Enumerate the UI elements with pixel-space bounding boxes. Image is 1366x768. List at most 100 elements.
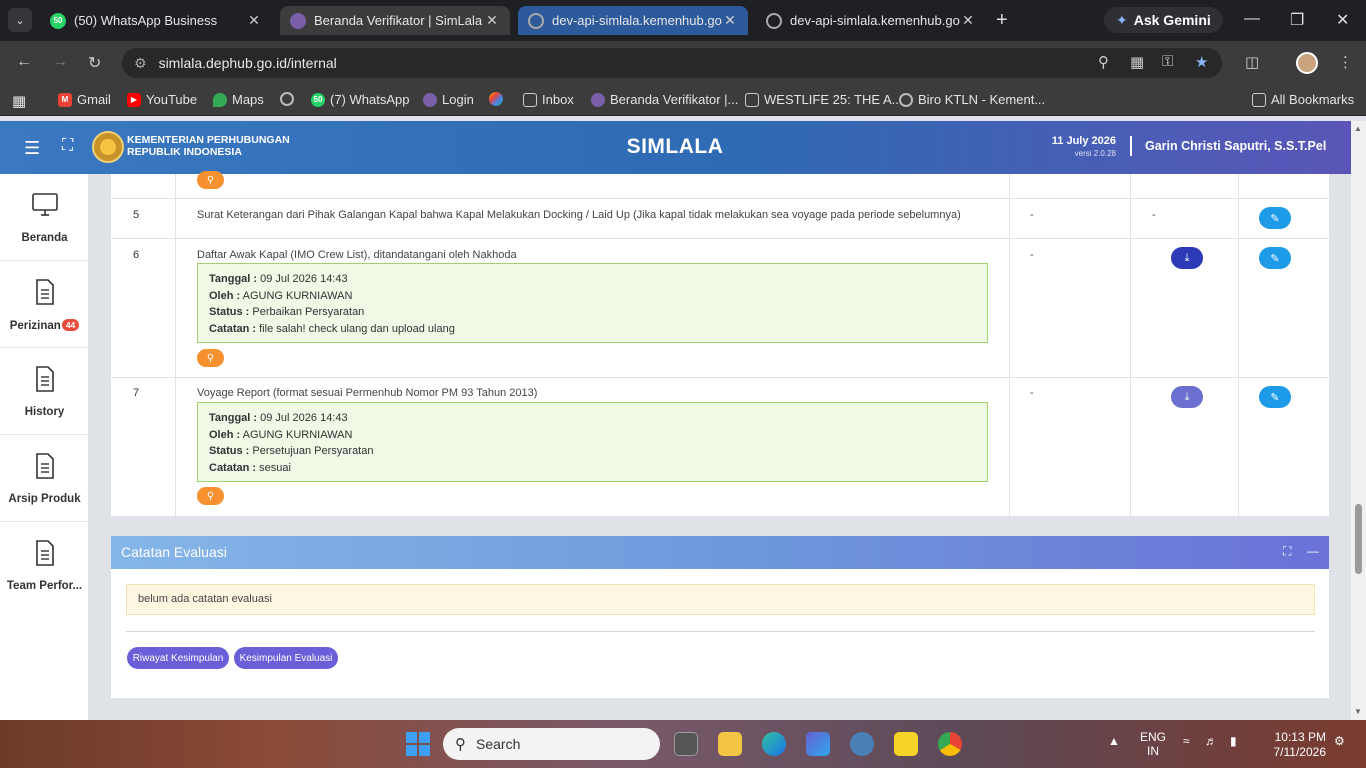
edit-button[interactable]: ✎	[1259, 247, 1291, 269]
view-detail-button[interactable]: ⚲	[197, 349, 224, 367]
bookmark-inbox[interactable]: Inbox	[523, 92, 574, 107]
tray-overflow-icon[interactable]: ▲	[1108, 734, 1120, 748]
page-scrollbar[interactable]: ▲ ▼	[1351, 121, 1366, 720]
bookmark-westlife[interactable]: WESTLIFE 25: THE A...	[745, 92, 902, 107]
note-value: Perbaikan Persyaratan	[252, 306, 365, 319]
camera-icon[interactable]	[850, 732, 874, 756]
page-icon	[745, 92, 759, 107]
edge-icon[interactable]	[762, 732, 786, 756]
bookmark-whatsapp[interactable]: 50 (7) WhatsApp	[311, 92, 409, 107]
tab-dev-api-1[interactable]: dev-api-simlala.kemenhub.go.id ✕	[518, 6, 748, 35]
window-close-icon[interactable]: ✕	[1336, 10, 1349, 30]
evaluation-card-header: Catatan Evaluasi ⛶ —	[111, 536, 1329, 569]
sidebar-item-perizinan[interactable]: Perizinan 44	[0, 261, 89, 348]
sidebar-item-label: Team Perfor...	[6, 580, 83, 592]
close-icon[interactable]: ✕	[484, 12, 500, 29]
sidebar-item-label: Beranda	[21, 232, 68, 244]
scroll-down-icon[interactable]: ▼	[1354, 707, 1362, 716]
bookmark-pinwheel[interactable]	[489, 92, 503, 106]
expand-icon[interactable]: ⛶	[1283, 544, 1291, 559]
forward-icon[interactable]: →	[52, 53, 68, 71]
bookmark-beranda[interactable]: Beranda Verifikator |...	[591, 92, 738, 107]
globe-icon	[766, 12, 782, 29]
bookmark-youtube[interactable]: ▶ YouTube	[127, 92, 197, 107]
bookmark-biro-ktln[interactable]: Biro KTLN - Kement...	[899, 92, 1045, 107]
bookmark-maps[interactable]: Maps	[213, 92, 264, 107]
volume-icon[interactable]: ♬	[1205, 734, 1217, 748]
collapse-icon[interactable]: —	[1307, 544, 1319, 558]
tab-title: dev-api-simlala.kemenhub.go.id	[790, 13, 960, 28]
bookmark-globe[interactable]	[280, 92, 294, 106]
sidebar-item-arsip-produk[interactable]: Arsip Produk	[0, 435, 89, 522]
bookmark-star-icon[interactable]: ★	[1195, 53, 1208, 71]
new-tab-icon[interactable]: +	[996, 10, 1008, 30]
install-app-icon[interactable]: ▦	[1130, 53, 1144, 71]
minimize-icon[interactable]: —	[1244, 10, 1260, 28]
app-title: SIMLALA	[626, 135, 724, 158]
riwayat-kesimpulan-button[interactable]: Riwayat Kesimpulan	[127, 647, 229, 669]
maximize-icon[interactable]: ❐	[1290, 10, 1304, 30]
verification-note: Tanggal : 09 Jul 2026 14:43 Oleh : AGUNG…	[197, 263, 988, 343]
apps-grid-icon[interactable]: ▦	[12, 92, 26, 110]
kesimpulan-evaluasi-button[interactable]: Kesimpulan Evaluasi	[234, 647, 338, 669]
scrollbar-thumb[interactable]	[1355, 504, 1362, 574]
site-settings-icon[interactable]: ⚙	[134, 55, 147, 72]
view-detail-button[interactable]: ⚲	[197, 487, 224, 505]
windows-start-icon[interactable]	[406, 732, 430, 756]
fullscreen-icon[interactable]: ⛶	[62, 137, 73, 155]
ask-gemini-button[interactable]: ✦ Ask Gemini	[1104, 7, 1223, 33]
windows-taskbar: ⚲ Search ▲ ENG IN ≈ ♬ ▮ 10:13 PM 7/11/20…	[0, 720, 1366, 768]
profile-avatar[interactable]	[1296, 52, 1318, 74]
tab-dev-api-2[interactable]: dev-api-simlala.kemenhub.go.id ✕	[756, 6, 986, 35]
table-cell-value: -	[1030, 209, 1034, 221]
battery-icon[interactable]: ▮	[1230, 734, 1237, 748]
language-indicator[interactable]: ENG IN	[1140, 730, 1166, 758]
note-label: Status :	[209, 445, 250, 458]
sidebar-item-history[interactable]: History	[0, 348, 89, 435]
taskbar-clock[interactable]: 10:13 PM 7/11/2026	[1256, 730, 1327, 760]
back-icon[interactable]: ←	[16, 53, 32, 71]
task-view-icon[interactable]	[674, 732, 698, 756]
edit-button[interactable]: ✎	[1259, 386, 1291, 408]
password-key-icon[interactable]: ⚿	[1162, 53, 1173, 70]
notification-bell-icon[interactable]: ⚙	[1334, 734, 1345, 748]
scroll-up-icon[interactable]: ▲	[1354, 124, 1362, 133]
zoom-icon[interactable]: ⚲	[1098, 53, 1109, 71]
main-content: ⚲ 5 Surat Keterangan dari Pihak Galangan…	[89, 171, 1351, 720]
shield-icon	[423, 92, 437, 107]
bookmark-login[interactable]: Login	[423, 92, 474, 107]
view-detail-button[interactable]: ⚲	[197, 171, 224, 189]
taskbar-search[interactable]: ⚲ Search	[443, 728, 660, 760]
gemini-icon: ✦	[1116, 11, 1128, 28]
close-icon[interactable]: ✕	[722, 12, 738, 29]
copilot-icon[interactable]	[806, 732, 830, 756]
file-explorer-icon[interactable]	[718, 732, 742, 756]
hamburger-menu-icon[interactable]: ☰	[24, 138, 40, 159]
close-icon[interactable]: ✕	[246, 12, 262, 29]
wifi-icon[interactable]: ≈	[1183, 734, 1190, 748]
reload-icon[interactable]: ↻	[88, 53, 101, 73]
gmail-icon: M	[58, 92, 72, 107]
chrome-menu-icon[interactable]: ⋮	[1338, 53, 1353, 71]
extensions-icon[interactable]: ◫	[1245, 53, 1259, 71]
note-label: Catatan :	[209, 322, 257, 335]
ministry-logo	[92, 131, 124, 163]
edit-button[interactable]: ✎	[1259, 207, 1291, 229]
sticky-notes-icon[interactable]	[894, 732, 918, 756]
download-button[interactable]: ⤓	[1171, 247, 1203, 269]
edit-icon: ✎	[1270, 212, 1280, 225]
user-name[interactable]: Garin Christi Saputri, S.S.T.Pel	[1145, 139, 1326, 153]
download-button[interactable]: ⤓	[1171, 386, 1203, 408]
all-bookmarks[interactable]: All Bookmarks	[1252, 92, 1354, 107]
tab-whatsapp[interactable]: 50 (50) WhatsApp Business ✕	[40, 6, 272, 35]
chrome-icon[interactable]	[938, 732, 962, 756]
tab-simlala[interactable]: Beranda Verifikator | SimLala ✕	[280, 6, 510, 35]
sidebar: Beranda Perizinan 44 History Arsip Produk	[0, 174, 89, 720]
sidebar-item-team-performance[interactable]: Team Perfor...	[0, 522, 89, 609]
row-divider	[111, 377, 1329, 378]
bookmark-gmail[interactable]: M Gmail	[58, 92, 111, 107]
close-icon[interactable]: ✕	[960, 12, 976, 29]
tab-search-icon[interactable]: ⌄	[8, 8, 32, 32]
sidebar-item-beranda[interactable]: Beranda	[0, 174, 89, 261]
address-bar[interactable]: ⚙ simlala.dephub.go.id/internal	[122, 48, 1222, 78]
